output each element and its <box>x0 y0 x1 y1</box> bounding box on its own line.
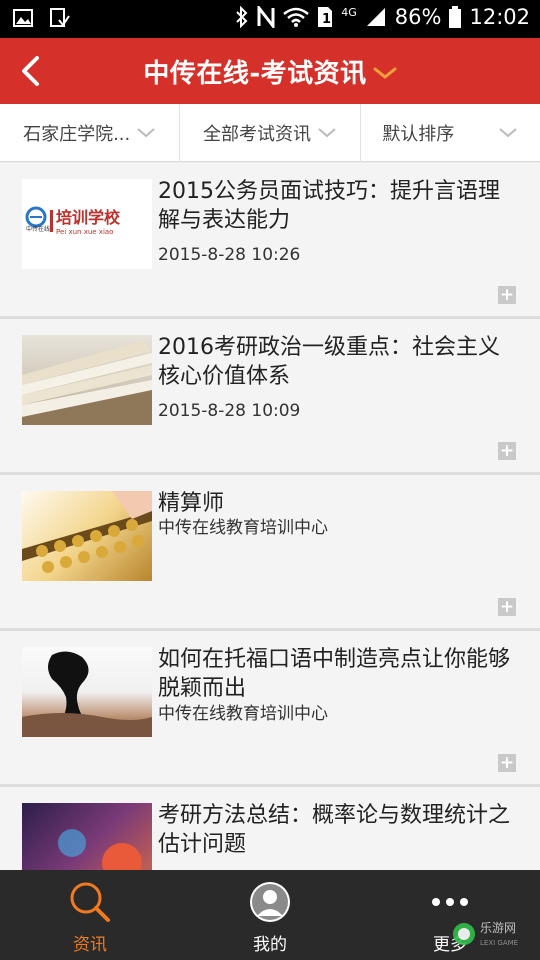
news-date: 2015-8-28 10:09 <box>158 401 301 421</box>
filter-category[interactable]: 全部考试资讯 <box>180 104 361 162</box>
news-item[interactable]: 考研方法总结：概率论与数理统计之估计问题 <box>0 787 540 870</box>
news-title: 2015公务员面试技巧：提升言语理解与表达能力 <box>158 179 500 233</box>
news-item[interactable]: 如何在托福口语中制造亮点让你能够脱颖而出 中传在线教育培训中心 + <box>0 631 540 787</box>
user-avatar-icon <box>250 882 290 922</box>
chevron-down-icon <box>373 67 397 79</box>
books-image <box>22 335 152 425</box>
logo-pinyin-text: Pei xun xue xiao <box>56 228 113 236</box>
tab-label: 资讯 <box>73 935 107 955</box>
expand-plus-icon[interactable]: + <box>498 598 516 616</box>
filter-label: 石家庄学院... <box>23 124 131 145</box>
watermark-text: 乐游网 <box>480 921 516 935</box>
svg-text:1: 1 <box>322 12 331 27</box>
signal-icon <box>366 8 385 26</box>
clock: 12:02 <box>469 5 530 29</box>
tab-news[interactable]: 资讯 <box>0 870 180 960</box>
bottom-tab-bar: 资讯 我的 更多 乐游网 LEXI GAME <box>0 870 540 960</box>
expand-plus-icon[interactable]: + <box>498 754 516 772</box>
filter-bar: 石家庄学院... 全部考试资讯 默认排序 <box>0 104 540 162</box>
abacus-image <box>22 491 152 581</box>
filter-label: 默认排序 <box>382 124 455 145</box>
expand-plus-icon[interactable]: + <box>498 442 516 460</box>
news-item[interactable]: 中传在线 培训学校 Pei xun xue xiao 2015公务员面试技巧：提… <box>0 163 540 319</box>
news-source: 中传在线教育培训中心 <box>158 518 328 538</box>
news-title: 2016考研政治一级重点：社会主义核心价值体系 <box>158 335 500 389</box>
battery-icon <box>449 6 462 28</box>
news-item[interactable]: 2016考研政治一级重点：社会主义核心价值体系 2015-8-28 10:09 … <box>0 319 540 475</box>
app-header: 中传在线-考试资讯 <box>0 38 540 104</box>
news-title: 如何在托福口语中制造亮点让你能够脱颖而出 <box>158 647 511 701</box>
training-school-logo: 中传在线 培训学校 Pei xun xue xiao <box>22 179 152 269</box>
sim-icon: 1 <box>318 7 333 27</box>
page-title: 中传在线-考试资讯 <box>143 58 367 89</box>
logo-main-text: 培训学校 <box>56 208 121 227</box>
news-list[interactable]: 中传在线 培训学校 Pei xun xue xiao 2015公务员面试技巧：提… <box>0 163 540 870</box>
tab-label: 我的 <box>253 935 287 955</box>
chevron-down-icon <box>318 128 336 138</box>
search-icon <box>70 882 110 922</box>
filter-label: 全部考试资讯 <box>202 124 311 145</box>
wifi-icon <box>283 7 310 27</box>
tab-mine[interactable]: 我的 <box>180 870 360 960</box>
chevron-down-icon <box>499 128 517 138</box>
download-icon <box>50 8 70 27</box>
chevron-down-icon <box>137 128 155 138</box>
expand-plus-icon[interactable]: + <box>498 286 516 304</box>
news-title: 考研方法总结：概率论与数理统计之估计问题 <box>158 803 511 857</box>
title-dropdown[interactable]: 中传在线-考试资讯 <box>0 38 540 104</box>
filter-school[interactable]: 石家庄学院... <box>0 104 181 162</box>
filter-sort[interactable]: 默认排序 <box>361 104 540 162</box>
network-type: 4G <box>341 5 357 19</box>
news-source: 中传在线教育培训中心 <box>158 704 328 724</box>
bluetooth-icon <box>236 6 248 28</box>
rock-silhouette-image <box>22 647 152 737</box>
status-bar: 1 4G 86% 12:02 <box>0 0 540 38</box>
cartoon-image <box>22 803 152 870</box>
watermark-logo: 乐游网 LEXI GAME <box>453 921 518 947</box>
news-date: 2015-8-28 10:26 <box>158 245 301 265</box>
image-icon <box>13 9 33 27</box>
battery-percent: 86% <box>394 5 442 29</box>
logo-small-text: 中传在线 <box>26 225 50 233</box>
news-item[interactable]: 精算师 中传在线教育培训中心 + <box>0 475 540 631</box>
watermark-subtext: LEXI GAME <box>480 939 518 947</box>
nfc-icon <box>257 6 275 28</box>
